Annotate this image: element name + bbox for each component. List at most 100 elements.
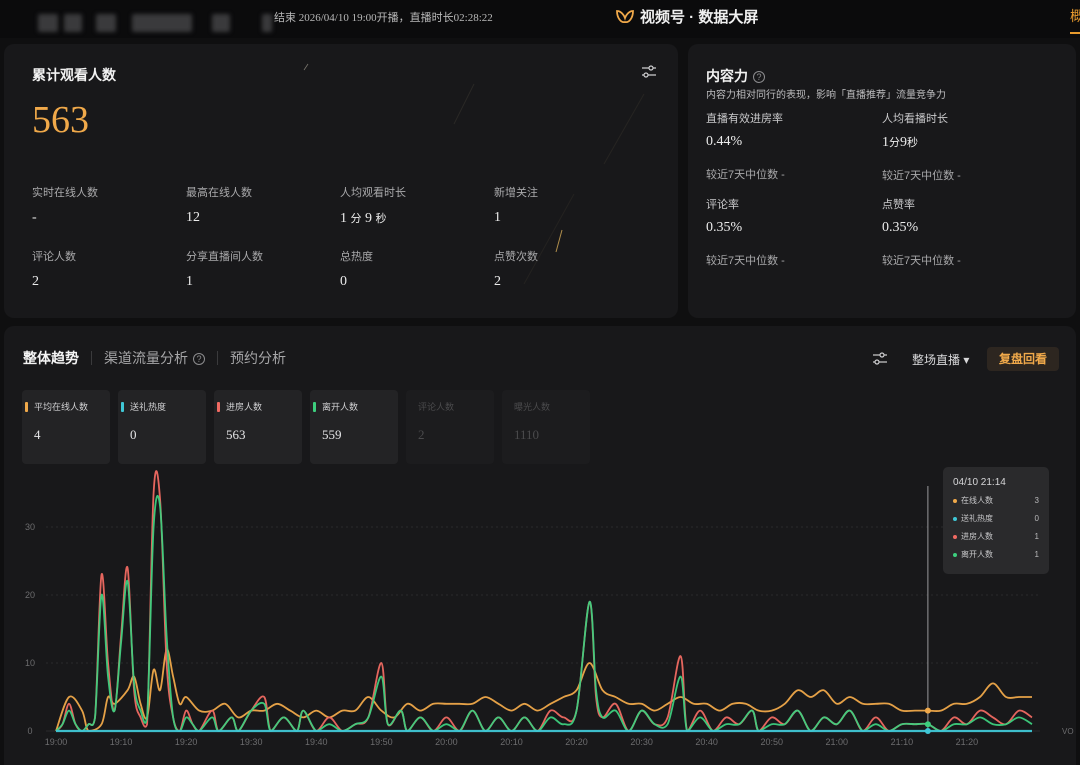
series-dot [953,516,957,521]
metric-label: 直播有效进房率 [706,113,783,125]
series-line-2 [55,470,1033,732]
hover-point-gift [924,728,931,734]
active-tab-indicator [1070,32,1080,34]
stat-realtime-online: 实时在线人数 - [32,184,98,226]
stat-label: 最高在线人数 [186,187,252,199]
stat-label: 评论人数 [32,251,76,263]
tooltip-row-label: 进房人数 [961,532,993,541]
blurred-account-info [212,14,230,32]
metric-value: 0.35% [706,220,743,235]
stat-label: 总热度 [340,251,373,263]
metric-compare: 较近7天中位数 - [706,255,785,267]
x-tick-label: 19:50 [370,737,393,747]
stat-total-heat: 总热度 0 [340,248,373,290]
x-tick-label: 20:00 [435,737,458,747]
seconds-unit: 秒 [907,137,918,149]
tooltip-row: 在线人数 3 [953,495,1039,506]
x-tick-label: 19:10 [110,737,133,747]
metric-label: 点赞率 [882,199,915,211]
stat-value: 1 [494,210,501,225]
tooltip-row-label: 送礼热度 [961,514,993,523]
x-tick-label: 21:00 [826,737,849,747]
stat-peak-online: 最高在线人数 12 [186,184,252,226]
stat-value: 2 [494,274,501,289]
top-bar: 结束 2026/04/10 19:00开播，直播时长02:28:22 视频号 ·… [0,0,1080,38]
series-dot [953,498,957,503]
brand-title: 视频号 · 数据大屏 [616,6,758,27]
blurred-account-info [96,14,116,32]
tooltip-row: 进房人数 1 [953,531,1039,542]
stat-likes: 点赞次数 2 [494,248,538,290]
minutes-value: 1 [340,211,347,226]
content-power-title-text: 内容力 [706,68,748,84]
brand-title-text: 视频号 · 数据大屏 [640,9,759,26]
stat-label: 分享直播间人数 [186,251,263,263]
metric-value: 0.35% [882,220,919,235]
x-tick-label: 20:20 [565,737,588,747]
metric-entry-rate: 直播有效进房率 0.44% 较近7天中位数 - [706,110,785,182]
tooltip-row: 离开人数 1 [953,549,1039,560]
blurred-account-info [132,14,192,32]
tooltip-row-value: 1 [1034,532,1039,541]
content-power-panel: 内容力? 内容力相对同行的表现，影响「直播推荐」流量竞争力 直播有效进房率 0.… [688,44,1076,318]
series-line-3 [55,494,1033,732]
stat-value: 1 分 9 秒 [340,210,406,227]
x-tick-label: 21:10 [891,737,914,747]
stat-sharers: 分享直播间人数 1 [186,248,263,290]
overview-title: 累计观看人数 [32,67,116,83]
overview-panel: 累计观看人数 563 实时在线人数 - 最高在线人数 12 人均观看时长 1 分… [4,44,678,318]
x-tick-label: 19:30 [240,737,263,747]
stat-commenters: 评论人数 2 [32,248,76,290]
series-line-1 [55,648,1032,732]
metric-label: 评论率 [706,199,739,211]
content-power-title: 内容力? [706,66,765,86]
x-tick-label: 19:20 [175,737,198,747]
x-tick-label: 20:40 [695,737,718,747]
y-tick-label: 20 [25,590,35,600]
settings-sliders-icon[interactable] [640,64,658,80]
metric-like-rate: 点赞率 0.35% 较近7天中位数 - [882,196,961,268]
x-tick-label: 19:00 [45,737,68,747]
metric-compare: 较近7天中位数 - [882,255,961,267]
minutes-value: 1 [882,135,889,150]
live-status-text: 结束 2026/04/10 19:00开播，直播时长02:28:22 [274,12,493,24]
seconds-value: 9 [900,135,907,150]
y-tick-label: 0 [27,726,32,736]
y-tick-label: 30 [25,522,35,532]
stat-label: 实时在线人数 [32,187,98,199]
minutes-unit: 分 [889,137,900,149]
stat-label: 新增关注 [494,187,538,199]
content-power-subtitle: 内容力相对同行的表现，影响「直播推荐」流量竞争力 [706,90,946,101]
hover-point-exit [924,721,931,728]
x-tick-label: 20:10 [500,737,523,747]
top-right-tab[interactable]: 概 [1070,6,1080,26]
metric-label: 人均看播时长 [882,113,948,125]
stat-value: 1 [186,274,193,289]
x-tick-label: 20:50 [760,737,783,747]
metric-value: 1分9秒 [882,134,961,151]
blurred-account-info [38,14,58,32]
metric-comment-rate: 评论率 0.35% 较近7天中位数 - [706,196,785,268]
metric-compare: 较近7天中位数 - [706,169,785,181]
stat-label: 人均观看时长 [340,187,406,199]
trend-line-chart[interactable]: 010203019:00 19:10 19:20 19:30 19:40 19:50 20:… [4,326,1076,765]
blurred-account-info [262,14,272,32]
metric-compare: 较近7天中位数 - [882,170,961,182]
stat-avg-watch-time: 人均观看时长 1 分 9 秒 [340,184,406,227]
y-tick-label: 10 [25,658,35,668]
tooltip-row-value: 3 [1034,496,1039,505]
stat-value: 0 [340,274,347,289]
total-viewers-value: 563 [32,99,89,141]
butterfly-logo-icon [616,9,634,23]
tooltip-row-label: 离开人数 [961,550,993,559]
tooltip-row-label: 在线人数 [961,496,993,505]
hover-point-online [924,707,931,714]
tooltip-row-value: 0 [1034,514,1039,523]
stat-label: 点赞次数 [494,251,538,263]
seconds-unit: 秒 [375,213,387,225]
help-icon[interactable]: ? [753,71,765,83]
tooltip-row: 送礼热度 0 [953,513,1039,524]
stat-value: 12 [186,210,200,225]
seconds-value: 9 [365,211,372,226]
chart-tooltip: 04/10 21:14 在线人数 3 送礼热度 0 进房人数 1 离开人数 1 [943,467,1049,574]
